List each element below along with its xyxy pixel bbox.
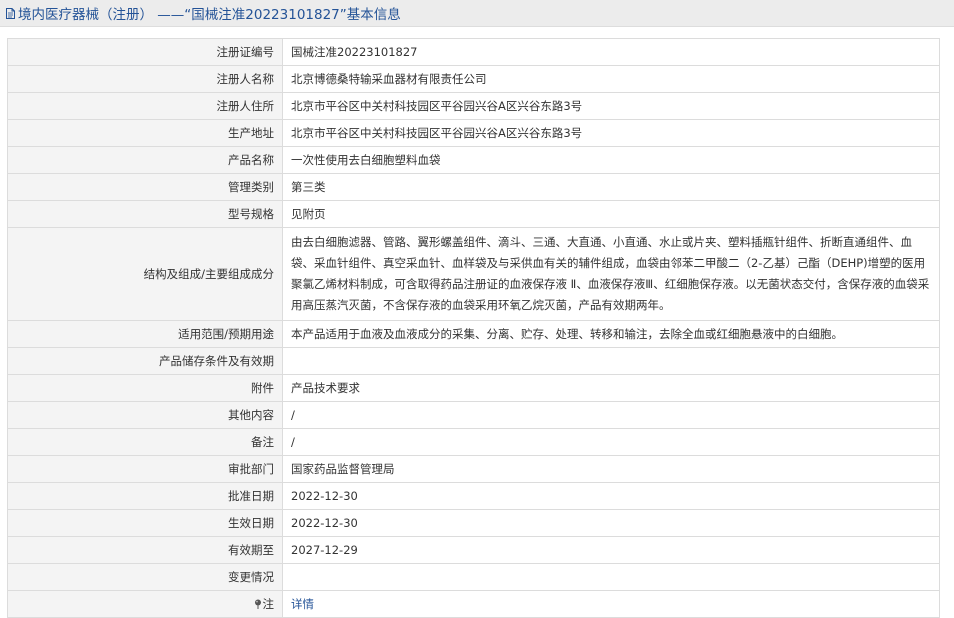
row-label: 批准日期 (7, 482, 283, 510)
row-label: 注册人名称 (7, 65, 283, 93)
row-label: 变更情况 (7, 563, 283, 591)
row-value: 2022-12-30 (282, 482, 940, 510)
details-link[interactable]: 详情 (291, 597, 314, 611)
page-title-bar: 境内医疗器械（注册） ——“国械注准20223101827”基本信息 (0, 0, 954, 27)
note-label: 注 (262, 597, 275, 611)
row-label: 适用范围/预期用途 (7, 320, 283, 348)
row-label: 有效期至 (7, 536, 283, 564)
table-row: 审批部门 国家药品监督管理局 (7, 455, 940, 483)
row-label: 备注 (7, 428, 283, 456)
table-row: 注册人名称 北京博德桑特输采血器材有限责任公司 (7, 65, 940, 93)
row-label: 注册证编号 (7, 38, 283, 66)
row-label: 产品储存条件及有效期 (7, 347, 283, 375)
table-row: 批准日期 2022-12-30 (7, 482, 940, 510)
table-row: 产品储存条件及有效期 (7, 347, 940, 375)
row-label: 附件 (7, 374, 283, 402)
row-value: / (282, 401, 940, 429)
page-title: 境内医疗器械（注册） ——“国械注准20223101827”基本信息 (18, 7, 401, 23)
row-label: 生效日期 (7, 509, 283, 537)
row-value: 国械注准20223101827 (282, 38, 940, 66)
table-row: 有效期至 2027-12-29 (7, 536, 940, 564)
table-row: 生效日期 2022-12-30 (7, 509, 940, 537)
row-label: 其他内容 (7, 401, 283, 429)
row-value: 见附页 (282, 200, 940, 228)
row-label: 生产地址 (7, 119, 283, 147)
row-label: 结构及组成/主要组成成分 (7, 227, 283, 321)
row-label: 产品名称 (7, 146, 283, 174)
row-label: 审批部门 (7, 455, 283, 483)
table-row: 生产地址 北京市平谷区中关村科技园区平谷园兴谷A区兴谷东路3号 (7, 119, 940, 147)
table-row: 型号规格 见附页 (7, 200, 940, 228)
row-value (282, 563, 940, 591)
row-label: 型号规格 (7, 200, 283, 228)
pin-icon (254, 599, 262, 609)
registration-info-table: 注册证编号 国械注准20223101827 注册人名称 北京博德桑特输采血器材有… (7, 38, 940, 618)
table-row: 适用范围/预期用途 本产品适用于血液及血液成分的采集、分离、贮存、处理、转移和输… (7, 320, 940, 348)
table-row: 结构及组成/主要组成成分 由去白细胞滤器、管路、翼形螺盖组件、滴斗、三通、大直通… (7, 227, 940, 321)
note-value-cell: 详情 (282, 590, 940, 618)
note-row: 注 详情 (7, 590, 940, 618)
row-value: 2022-12-30 (282, 509, 940, 537)
table-row: 变更情况 (7, 563, 940, 591)
row-value: 2027-12-29 (282, 536, 940, 564)
row-value: 北京博德桑特输采血器材有限责任公司 (282, 65, 940, 93)
row-value: 产品技术要求 (282, 374, 940, 402)
document-icon (6, 7, 15, 19)
row-label: 注册人住所 (7, 92, 283, 120)
table-row: 注册人住所 北京市平谷区中关村科技园区平谷园兴谷A区兴谷东路3号 (7, 92, 940, 120)
row-value: / (282, 428, 940, 456)
row-value: 一次性使用去白细胞塑料血袋 (282, 146, 940, 174)
row-value: 由去白细胞滤器、管路、翼形螺盖组件、滴斗、三通、大直通、小直通、水止或片夹、塑料… (282, 227, 940, 321)
table-row: 产品名称 一次性使用去白细胞塑料血袋 (7, 146, 940, 174)
table-row: 注册证编号 国械注准20223101827 (7, 38, 940, 66)
table-row: 备注 / (7, 428, 940, 456)
row-value: 北京市平谷区中关村科技园区平谷园兴谷A区兴谷东路3号 (282, 92, 940, 120)
row-value: 本产品适用于血液及血液成分的采集、分离、贮存、处理、转移和输注，去除全血或红细胞… (282, 320, 940, 348)
table-row: 附件 产品技术要求 (7, 374, 940, 402)
row-label: 管理类别 (7, 173, 283, 201)
row-value (282, 347, 940, 375)
row-value: 第三类 (282, 173, 940, 201)
row-value: 北京市平谷区中关村科技园区平谷园兴谷A区兴谷东路3号 (282, 119, 940, 147)
table-row: 管理类别 第三类 (7, 173, 940, 201)
table-row: 其他内容 / (7, 401, 940, 429)
note-label-cell: 注 (7, 590, 283, 618)
row-value: 国家药品监督管理局 (282, 455, 940, 483)
